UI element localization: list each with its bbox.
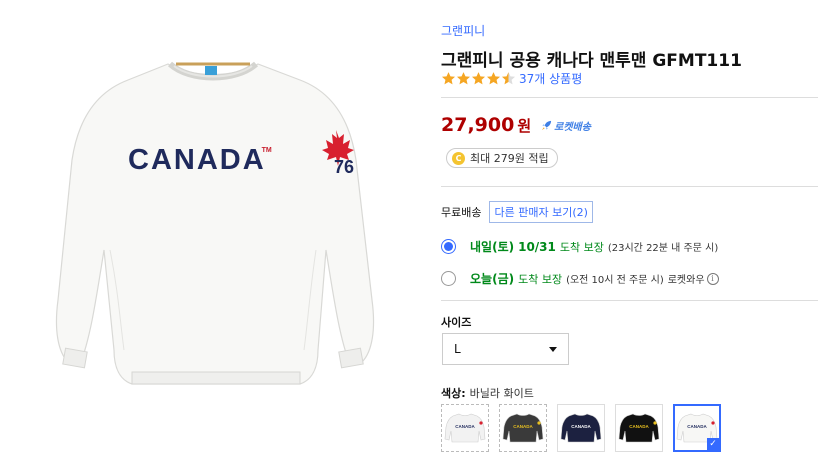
delivery-guarantee: 도착 보장 — [518, 272, 563, 286]
color-swatch-charcoal[interactable]: CANADA — [499, 404, 547, 452]
star-icon — [486, 71, 501, 84]
divider — [441, 97, 818, 98]
maple-leaf-icon — [479, 421, 483, 425]
star-icon — [456, 71, 471, 84]
color-label: 색상: — [441, 387, 466, 400]
color-swatch-navy[interactable]: CANADA — [557, 404, 605, 452]
swatch-sweater-thumbnail: CANADA — [618, 413, 660, 443]
rocket-icon — [542, 120, 552, 131]
other-sellers-button[interactable]: 다른 판매자 보기(2) — [489, 201, 593, 223]
color-swatches: CANADA CANADA CANADA CANADA CANADA ✓ — [441, 404, 721, 452]
maple-leaf-icon — [711, 421, 715, 425]
rocket-wow-label: 로켓와우 — [667, 275, 705, 286]
delivery-option-today[interactable]: 오늘(금) 도착 보장 (오전 10시 전 주문 시) 로켓와우 i — [441, 270, 719, 287]
radio-button[interactable] — [441, 271, 456, 286]
color-selected-value: 바닐라 화이트 — [469, 387, 534, 400]
cash-reward-text: 최대 279원 적립 — [470, 152, 549, 165]
swatch-print-text: CANADA — [687, 424, 707, 429]
swatch-sweater-thumbnail: CANADA — [560, 413, 602, 443]
product-title: 그랜피니 공용 캐나다 맨투맨 GFMT111 — [441, 51, 742, 71]
swatch-print-text: CANADA — [629, 424, 649, 429]
brand-link[interactable]: 그랜피니 — [441, 22, 485, 39]
color-swatch-black[interactable]: CANADA — [615, 404, 663, 452]
check-icon: ✓ — [707, 438, 719, 450]
half-star-icon — [501, 71, 516, 84]
sale-price: 27,900 — [441, 114, 515, 136]
size-select[interactable]: L — [442, 333, 569, 365]
delivery-day: 내일(토) — [470, 240, 515, 254]
product-info-panel: 그랜피니 그랜피니 공용 캐나다 맨투맨 GFMT111 37개 상품평 27,… — [441, 0, 818, 467]
size-selected-value: L — [454, 342, 461, 356]
delivery-day: 오늘(금) — [470, 272, 515, 286]
radio-button[interactable] — [441, 239, 456, 254]
rocket-delivery-badge: 로켓배송 — [541, 118, 591, 133]
star-rating — [441, 71, 516, 86]
divider — [441, 300, 818, 301]
shipping-row: 무료배송 다른 판매자 보기(2) — [441, 201, 593, 223]
review-count-link[interactable]: 37개 상품평 — [519, 70, 582, 87]
sleeve-number: 76 — [334, 157, 355, 177]
cash-reward-badge: C 최대 279원 적립 — [446, 148, 558, 168]
star-icon — [441, 71, 456, 84]
color-swatch-vanilla-white[interactable]: CANADA ✓ — [673, 404, 721, 452]
coin-icon: C — [452, 151, 465, 165]
swatch-sweater-thumbnail: CANADA — [444, 413, 486, 443]
sweater-illustration — [55, 61, 375, 385]
swatch-print-text: CANADA — [571, 424, 591, 429]
swatch-print-text: CANADA — [513, 424, 533, 429]
swatch-print-text: CANADA — [455, 424, 475, 429]
size-label: 사이즈 — [441, 316, 472, 329]
free-shipping-label: 무료배송 — [441, 206, 482, 219]
delivery-note: (오전 10시 전 주문 시) — [566, 275, 664, 286]
color-swatch-white[interactable]: CANADA — [441, 404, 489, 452]
star-icon — [471, 71, 486, 84]
currency-unit: 원 — [517, 117, 532, 135]
swatch-sweater-thumbnail: CANADA — [502, 413, 544, 443]
divider — [441, 186, 818, 187]
delivery-guarantee: 도착 보장 — [559, 240, 604, 254]
maple-leaf-icon — [653, 421, 657, 425]
info-icon[interactable]: i — [706, 272, 719, 285]
rating-row[interactable]: 37개 상품평 — [441, 70, 582, 86]
delivery-option-tomorrow[interactable]: 내일(토) 10/31 도착 보장 (23시간 22분 내 주문 시) — [441, 238, 718, 255]
price-row: 27,900 원 로켓배송 — [441, 114, 591, 136]
print-canada-text: CANADA TM — [128, 144, 272, 176]
delivery-date: 10/31 — [518, 239, 556, 254]
color-row: 색상: 바닐라 화이트 — [441, 385, 534, 401]
delivery-note: (23시간 22분 내 주문 시) — [607, 243, 719, 254]
dropdown-caret-icon — [549, 346, 557, 352]
product-image[interactable]: CANADA TM 76 — [0, 0, 425, 467]
maple-leaf-icon — [537, 421, 541, 425]
